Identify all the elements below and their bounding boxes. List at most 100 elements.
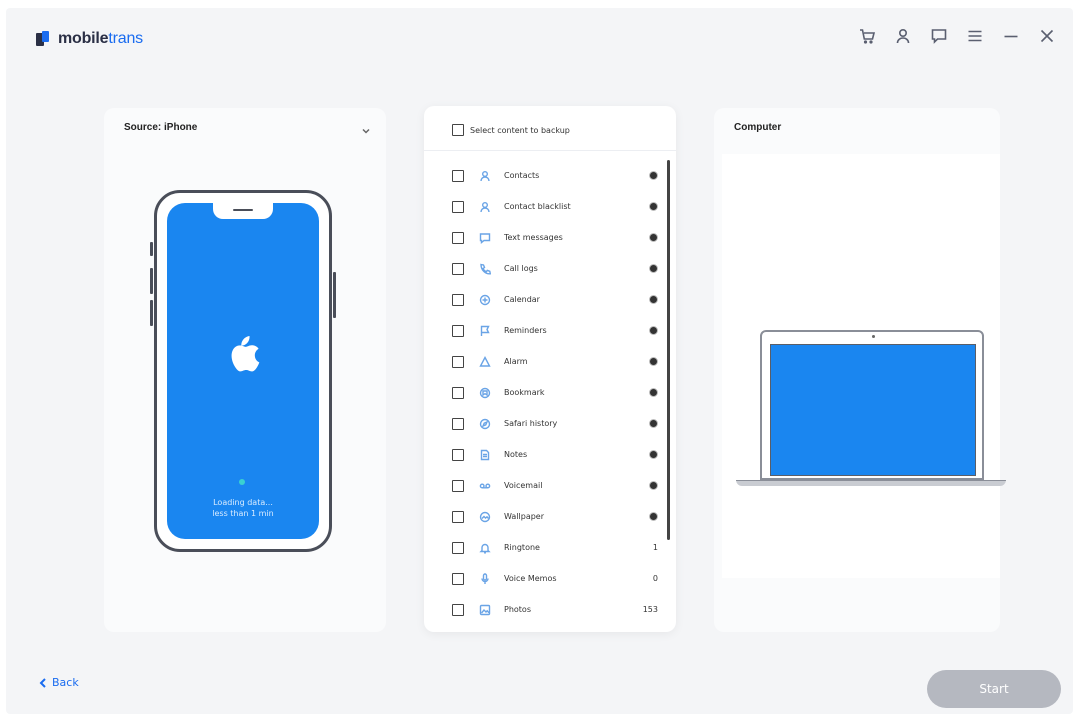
menu-icon[interactable]: [963, 24, 987, 48]
checkbox[interactable]: [452, 603, 464, 616]
close-icon[interactable]: [1035, 24, 1059, 48]
loading-spinner-icon: [649, 233, 658, 242]
content-item-label: Calendar: [504, 295, 540, 304]
loading-spinner-icon: [649, 419, 658, 428]
checkbox[interactable]: [452, 510, 464, 523]
bell-icon: [478, 541, 492, 555]
list-scrollbar[interactable]: [667, 160, 670, 540]
content-item-bookmark[interactable]: Bookmark: [452, 377, 658, 408]
source-panel: Source: iPhone Loading data... less than…: [104, 108, 386, 632]
checkbox[interactable]: [452, 262, 464, 275]
flag-icon: [478, 324, 492, 338]
loading-spinner-icon: [649, 171, 658, 180]
content-item-contact-blacklist[interactable]: Contact blacklist: [452, 191, 658, 222]
wallpaper-icon: [478, 510, 492, 524]
checkbox[interactable]: [452, 448, 464, 461]
brand-name-accent: trans: [108, 30, 143, 47]
window-controls: [855, 24, 1059, 48]
loading-status-line2: less than 1 min: [212, 509, 274, 518]
content-item-notes[interactable]: Notes: [452, 439, 658, 470]
note-icon: [478, 448, 492, 462]
phone-volume-down: [150, 300, 153, 326]
start-button[interactable]: Start: [927, 670, 1061, 708]
laptop-screen: [770, 344, 976, 476]
content-item-list: Contacts Contact blacklist Text messages Ca…: [452, 160, 658, 625]
content-item-voicemail[interactable]: Voicemail: [452, 470, 658, 501]
loading-spinner-icon: [649, 481, 658, 490]
divider: [424, 150, 676, 151]
content-item-photos[interactable]: Photos 153: [452, 594, 658, 625]
phone-notch: [213, 203, 273, 219]
cart-icon[interactable]: [855, 24, 879, 48]
alarm-icon: [478, 355, 492, 369]
checkbox[interactable]: [452, 293, 464, 306]
title-bar: mobiletrans: [6, 8, 1073, 72]
safari-icon: [478, 417, 492, 431]
content-item-label: Ringtone: [504, 543, 540, 552]
checkbox[interactable]: [452, 200, 464, 213]
source-device-dropdown[interactable]: [360, 122, 372, 134]
checkbox[interactable]: [452, 572, 464, 585]
loading-indicator: [239, 479, 245, 485]
content-item-reminders[interactable]: Reminders: [452, 315, 658, 346]
content-item-calendar[interactable]: Calendar: [452, 284, 658, 315]
checkbox[interactable]: [452, 231, 464, 244]
brand-name: mobiletrans: [58, 30, 143, 48]
checkbox[interactable]: [452, 355, 464, 368]
phone-icon: [478, 262, 492, 276]
loading-spinner-icon: [649, 388, 658, 397]
content-item-count: 0: [652, 574, 658, 583]
minimize-icon[interactable]: [999, 24, 1023, 48]
contact-blacklist-icon: [478, 200, 492, 214]
back-label: Back: [52, 676, 79, 689]
mobiletrans-logo-icon: [36, 31, 50, 47]
loading-spinner-icon: [649, 450, 658, 459]
loading-status: Loading data... less than 1 min: [167, 497, 319, 519]
account-icon[interactable]: [891, 24, 915, 48]
content-item-ringtone[interactable]: Ringtone 1: [452, 532, 658, 563]
apple-logo-icon: [231, 336, 260, 372]
content-item-wallpaper[interactable]: Wallpaper: [452, 501, 658, 532]
chevron-down-icon: [362, 128, 370, 134]
checkbox[interactable]: [452, 324, 464, 337]
message-icon: [478, 231, 492, 245]
chevron-left-icon: [39, 677, 46, 688]
bookmark-icon: [478, 386, 492, 400]
content-item-label: Voice Memos: [504, 574, 557, 583]
app-window: mobiletrans Source: iPhone Loading data.…: [6, 8, 1073, 714]
microphone-icon: [478, 572, 492, 586]
phone-volume-up: [150, 268, 153, 294]
brand-name-bold: mobile: [58, 30, 109, 47]
checkbox[interactable]: [452, 417, 464, 430]
loading-spinner-icon: [649, 326, 658, 335]
loading-spinner-icon: [649, 512, 658, 521]
phone-screen: Loading data... less than 1 min: [167, 203, 319, 539]
content-item-label: Notes: [504, 450, 528, 459]
content-item-label: Voicemail: [504, 481, 543, 490]
destination-panel: Computer: [714, 108, 1006, 632]
content-item-label: Contacts: [504, 171, 540, 180]
content-item-label: Alarm: [504, 357, 528, 366]
content-item-alarm[interactable]: Alarm: [452, 346, 658, 377]
checkbox[interactable]: [452, 169, 464, 182]
content-item-label: Reminders: [504, 326, 547, 335]
content-item-safari-history[interactable]: Safari history: [452, 408, 658, 439]
back-button[interactable]: Back: [38, 676, 79, 689]
content-item-label: Bookmark: [504, 388, 545, 397]
content-item-label: Text messages: [504, 233, 563, 242]
checkbox[interactable]: [452, 479, 464, 492]
feedback-icon[interactable]: [927, 24, 951, 48]
content-item-call-logs[interactable]: Call logs: [452, 253, 658, 284]
calendar-icon: [478, 293, 492, 307]
select-all-checkbox[interactable]: Select content to backup: [452, 124, 570, 136]
checkbox[interactable]: [452, 124, 464, 136]
phone-mute-switch: [150, 242, 153, 256]
loading-spinner-icon: [649, 357, 658, 366]
checkbox[interactable]: [452, 541, 464, 554]
checkbox[interactable]: [452, 386, 464, 399]
content-item-text-messages[interactable]: Text messages: [452, 222, 658, 253]
destination-title: Computer: [734, 122, 782, 133]
content-item-voice-memos[interactable]: Voice Memos 0: [452, 563, 658, 594]
content-item-contacts[interactable]: Contacts: [452, 160, 658, 191]
loading-spinner-icon: [649, 202, 658, 211]
